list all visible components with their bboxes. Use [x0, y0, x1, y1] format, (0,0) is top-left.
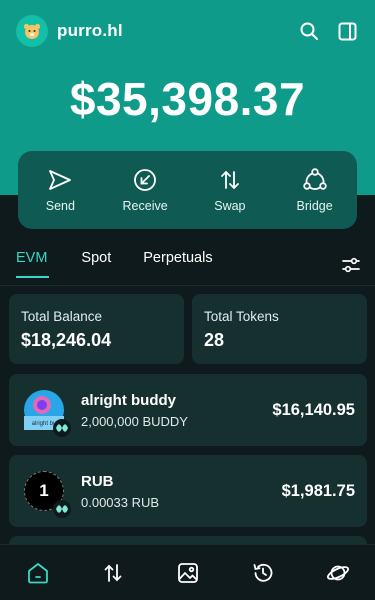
home-icon[interactable]	[25, 560, 51, 586]
transfer-icon[interactable]	[100, 560, 126, 586]
token-amount: 0.00033 RUB	[81, 495, 160, 510]
total-tokens-card: Total Tokens 28	[192, 294, 367, 364]
tab-evm[interactable]: EVM	[16, 250, 50, 278]
total-tokens-title: Total Tokens	[204, 309, 279, 324]
total-tokens-value: 28	[204, 330, 225, 350]
total-balance-card: Total Balance $18,246.04	[9, 294, 184, 364]
token-name: RUB	[81, 473, 114, 490]
swap-icon	[220, 170, 239, 190]
explore-icon[interactable]	[325, 560, 351, 586]
send-button[interactable]: Send	[20, 167, 100, 213]
token-name: alright buddy	[81, 392, 176, 409]
chain-badge-icon	[53, 500, 71, 518]
portfolio-balance: $35,398.37	[69, 73, 306, 125]
swap-button[interactable]: Swap	[190, 167, 270, 213]
receive-button[interactable]: Receive	[105, 167, 185, 213]
tab-perpetuals[interactable]: Perpetuals	[143, 250, 212, 276]
account-avatar[interactable]	[16, 15, 48, 47]
top-bar: purro.hl	[0, 0, 375, 62]
hamster-avatar-icon	[23, 23, 41, 39]
token-row[interactable]: alright bu alright buddy 2,000,000 BUDDY…	[9, 374, 367, 446]
account-name[interactable]: purro.hl	[57, 21, 123, 41]
search-icon[interactable]	[297, 19, 321, 43]
tab-spot[interactable]: Spot	[81, 250, 111, 276]
bridge-icon	[302, 168, 327, 190]
bridge-button[interactable]: Bridge	[275, 167, 355, 213]
total-balance-value: $18,246.04	[21, 330, 112, 350]
rub-logo-text: 1	[39, 481, 49, 500]
token-value: $1,981.75	[281, 482, 355, 500]
token-amount: 2,000,000 BUDDY	[81, 414, 188, 429]
token-row[interactable]: 1 RUB 0.00033 RUB $1,981.75	[9, 455, 367, 527]
gallery-icon[interactable]	[175, 560, 201, 586]
receive-label: Receive	[122, 199, 168, 213]
chain-badge-icon	[53, 419, 71, 437]
send-label: Send	[45, 199, 75, 213]
bottom-navigation	[0, 544, 375, 600]
history-icon[interactable]	[250, 560, 276, 586]
quick-actions: Send Receive Swap Bridge	[18, 151, 357, 229]
sidebar-panel-icon[interactable]	[335, 19, 359, 43]
total-balance-title: Total Balance	[21, 309, 103, 324]
token-value: $16,140.95	[272, 401, 355, 419]
swap-label: Swap	[214, 199, 246, 213]
bridge-label: Bridge	[296, 199, 333, 213]
filter-icon[interactable]	[341, 255, 361, 275]
send-icon	[49, 170, 72, 190]
receive-icon	[134, 169, 157, 191]
asset-tabs: EVM Spot Perpetuals	[0, 250, 375, 286]
